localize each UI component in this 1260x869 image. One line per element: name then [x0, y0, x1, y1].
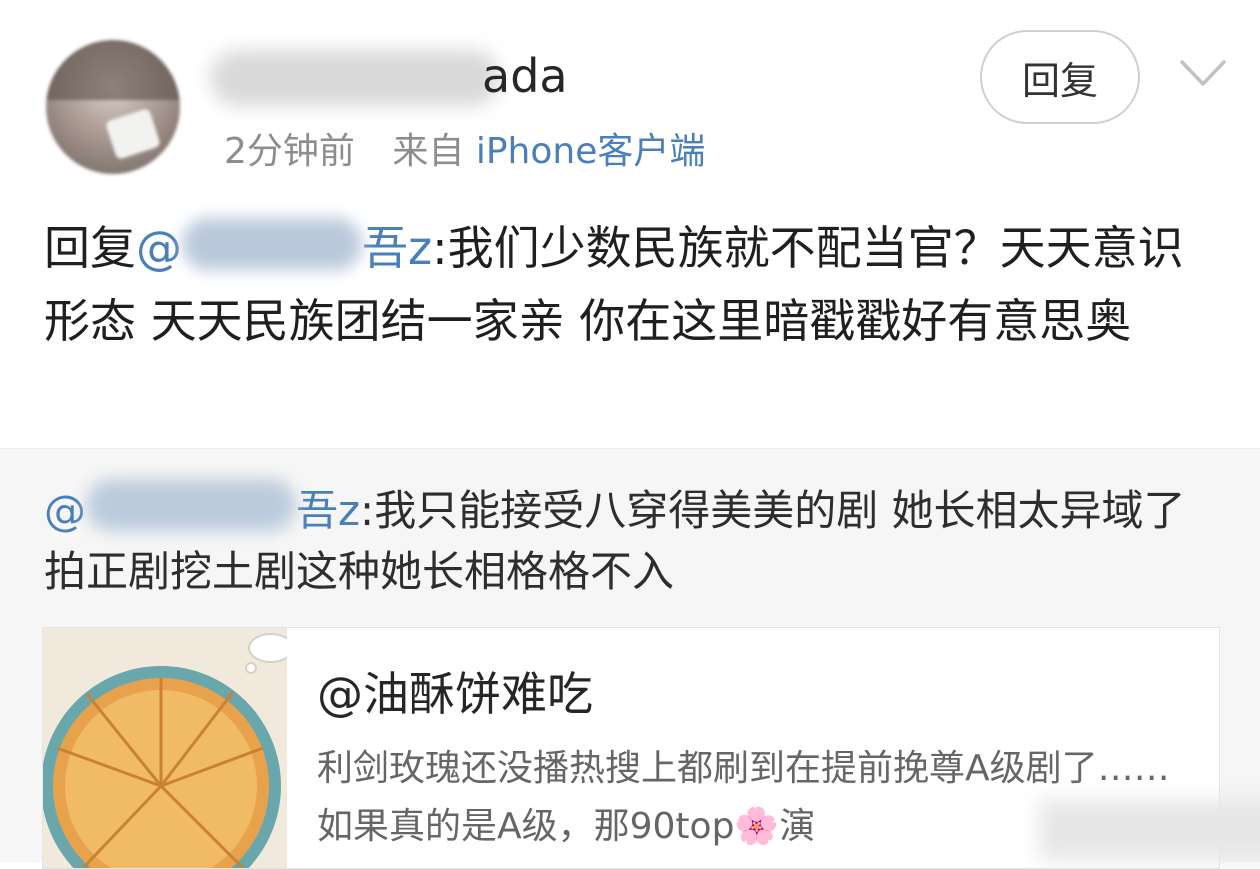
reply-button[interactable]: 回复 — [980, 30, 1140, 124]
source-label: 来自 — [392, 131, 465, 172]
blurred-username — [210, 50, 500, 106]
quoted-mention[interactable]: @ 吾z — [44, 479, 360, 535]
post-meta: 2分钟前 来自 iPhone客户端 — [224, 122, 705, 174]
post-header-section: ada 2分钟前 来自 iPhone客户端 回复 回复@ 吾z:我们少数民族就不配… — [0, 0, 1260, 448]
source-client-link[interactable]: iPhone客户端 — [476, 131, 706, 172]
avatar-cup — [104, 107, 162, 161]
avatar[interactable] — [46, 40, 180, 174]
pie-illustration — [43, 633, 287, 868]
pie-thumbnail — [43, 628, 287, 868]
reply-mention[interactable]: @ 吾z — [136, 218, 432, 275]
quoted-post-section[interactable]: @ 吾z:我只能接受八穿得美美的剧 她长相太异域了 拍正剧挖土剧这种她长相格格不入 — [0, 448, 1260, 869]
chevron-down-icon[interactable] — [1178, 48, 1228, 98]
link-card[interactable]: @油酥饼难吃 利剑玫瑰还没播热搜上都刷到在提前挽尊A级剧了……如果真的是A级，那… — [42, 627, 1260, 869]
reply-prefix: 回复 — [44, 221, 136, 275]
blurred-tail — [1039, 800, 1260, 860]
avatar-hair — [46, 40, 180, 100]
quoted-post-text: @ 吾z:我只能接受八穿得美美的剧 她长相太异域了 拍正剧挖土剧这种她长相格格不入 — [44, 479, 1224, 602]
username-visible-text: ada — [482, 49, 568, 103]
blurred-mention-name — [182, 218, 362, 270]
timestamp: 2分钟前 — [224, 131, 355, 172]
card-title: @油酥饼难吃 — [317, 667, 593, 721]
post-body: 回复@ 吾z:我们少数民族就不配当官？天天意识形态 天天民族团结一家亲 你在这里暗… — [44, 212, 1224, 358]
blurred-quoted-name — [86, 479, 296, 531]
